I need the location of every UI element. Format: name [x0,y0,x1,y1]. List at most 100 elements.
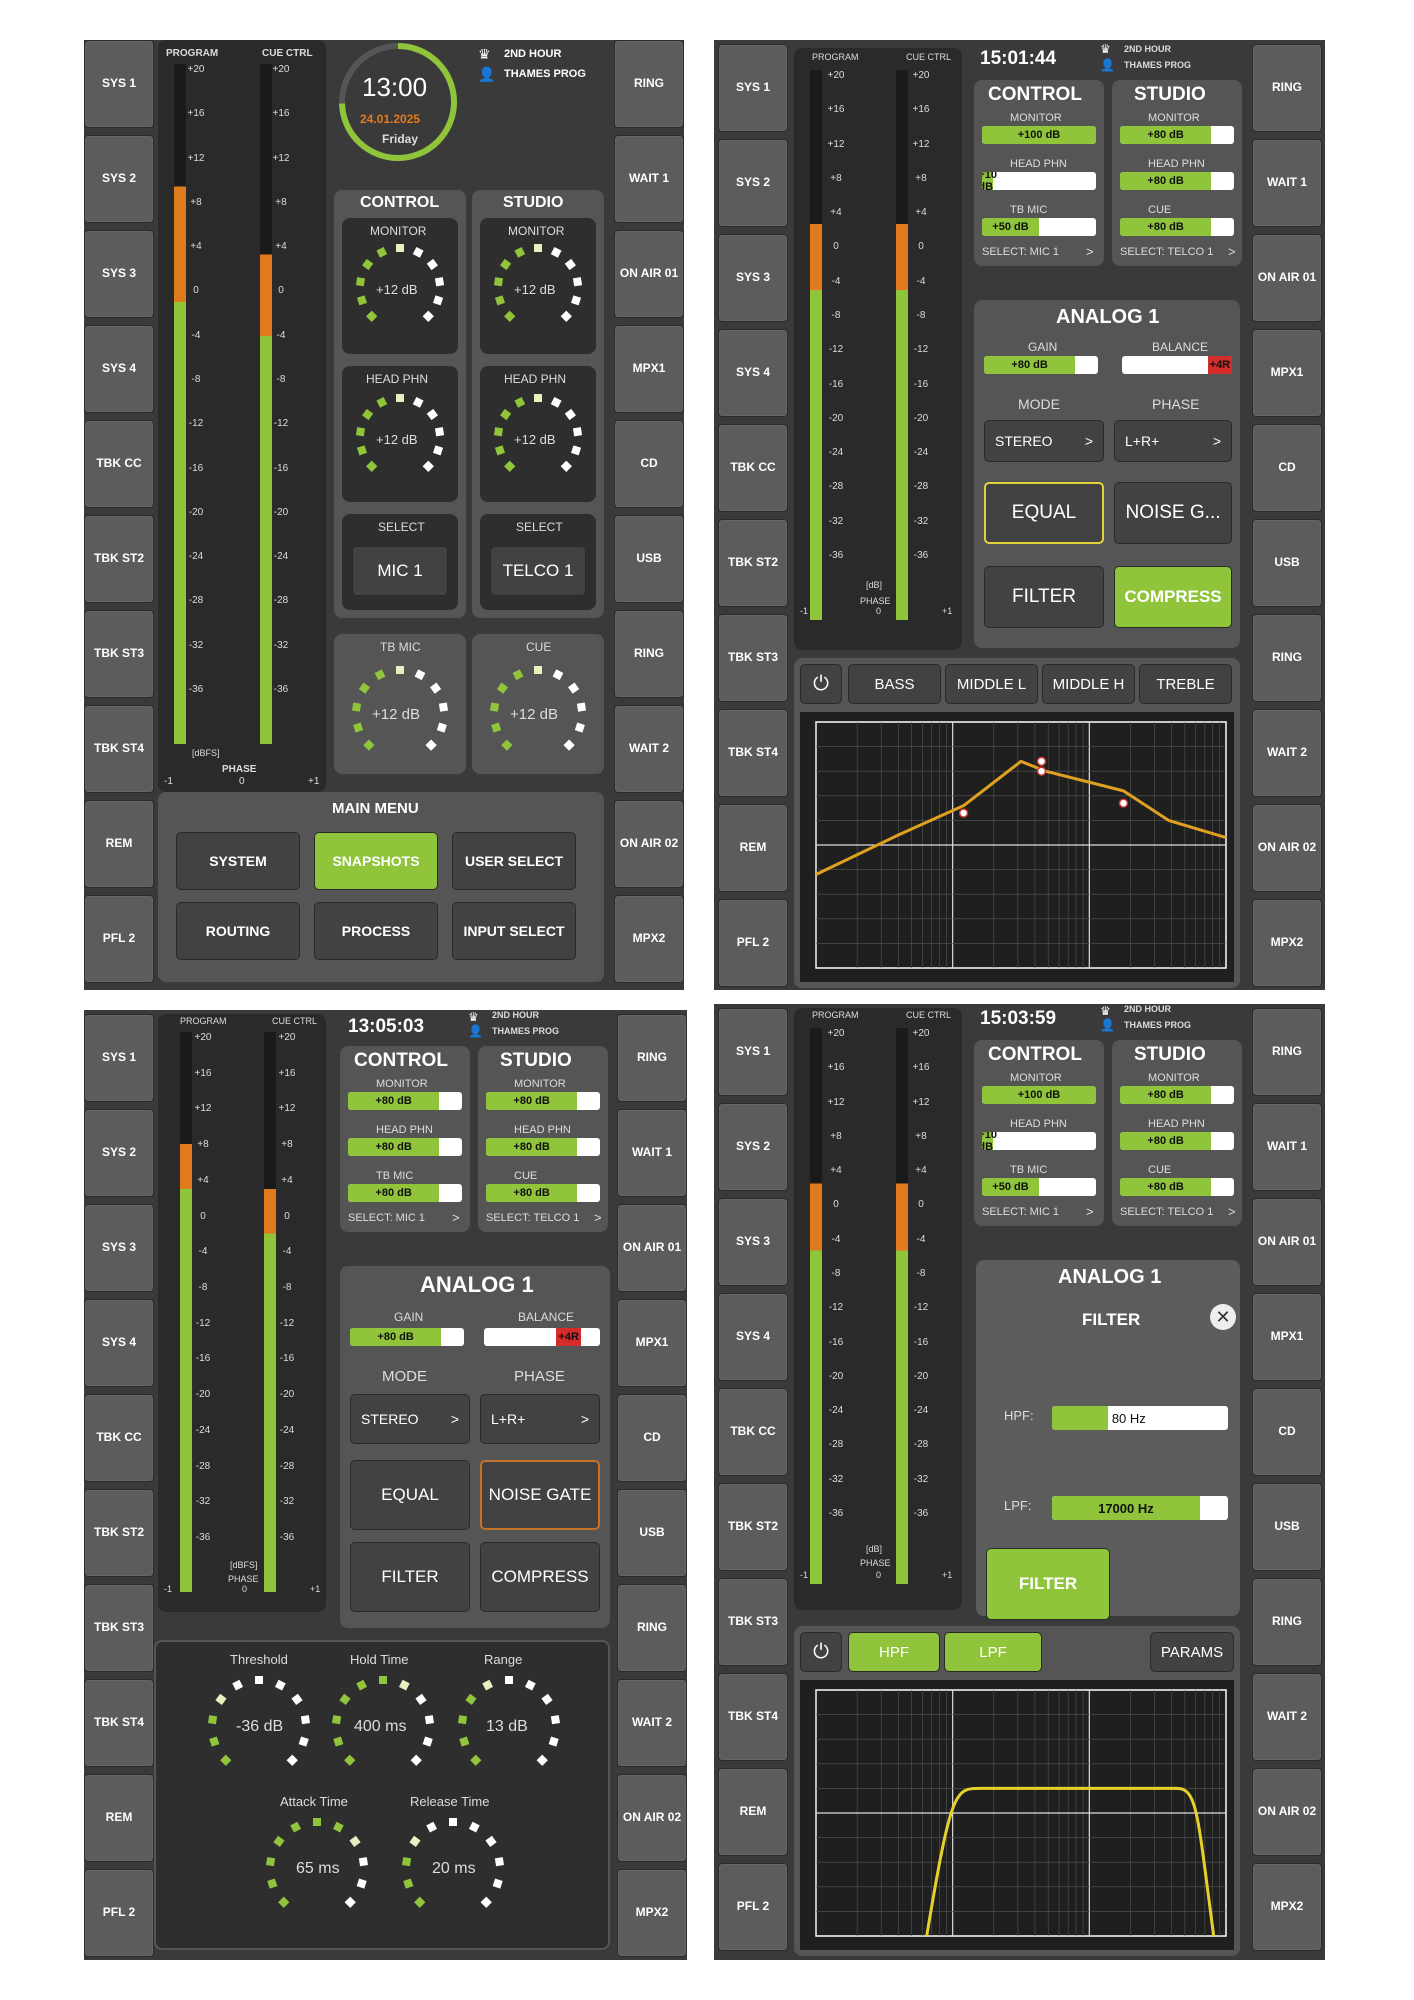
right-column-button[interactable]: WAIT 2 [614,705,684,793]
filter-toggle-button[interactable]: FILTER [986,1548,1110,1620]
studio-headphn-slider[interactable]: +80 dB [1120,172,1234,190]
right-column-button[interactable]: ON AIR 01 [614,230,684,318]
hpf-slider[interactable]: 80 Hz [1052,1406,1228,1430]
left-column-button[interactable]: TBK ST4 [84,705,154,793]
power-button[interactable]: ⏻ [800,1632,842,1672]
right-column-button[interactable]: ON AIR 02 [1252,1768,1322,1856]
right-column-button[interactable]: MPX2 [617,1869,687,1957]
left-column-button[interactable]: REM [84,1774,154,1862]
right-column-button[interactable]: CD [1252,424,1322,512]
compress-button[interactable]: COMPRESS [480,1542,600,1612]
control-tbmic-slider[interactable]: +50 dB [982,218,1096,236]
right-column-button[interactable]: ON AIR 01 [617,1204,687,1292]
left-column-button[interactable]: PFL 2 [718,1863,788,1951]
right-column-button[interactable]: WAIT 1 [617,1109,687,1197]
equal-button[interactable]: EQUAL [984,482,1104,544]
left-column-button[interactable]: SYS 4 [84,1299,154,1387]
balance-slider[interactable]: +4R [484,1328,600,1346]
left-column-button[interactable]: SYS 1 [84,1014,154,1102]
eq-tab-middle-l[interactable]: MIDDLE L [945,664,1038,704]
left-column-button[interactable]: SYS 3 [84,230,154,318]
right-column-button[interactable]: RING [1252,1578,1322,1666]
eq-band-handle[interactable] [1036,756,1047,767]
studio-cue-slider[interactable]: +80 dB [1120,1178,1234,1196]
left-column-button[interactable]: SYS 4 [718,329,788,417]
control-headphn-slider[interactable]: +80 dB [348,1138,462,1156]
right-column-button[interactable]: MPX1 [1252,329,1322,417]
menu-process-button[interactable]: PROCESS [314,902,438,960]
right-column-button[interactable]: RING [617,1014,687,1102]
right-column-button[interactable]: WAIT 2 [617,1679,687,1767]
menu-snapshots-button[interactable]: SNAPSHOTS [314,832,438,890]
left-column-button[interactable]: TBK ST2 [718,1483,788,1571]
studio-cue-slider[interactable]: +80 dB [486,1184,600,1202]
left-column-button[interactable]: TBK CC [84,1394,154,1482]
right-column-button[interactable]: MPX1 [1252,1293,1322,1381]
right-column-button[interactable]: CD [617,1394,687,1482]
right-column-button[interactable]: MPX1 [617,1299,687,1387]
eq-band-handle[interactable] [1118,798,1129,808]
studio-monitor-slider[interactable]: +80 dB [1120,1086,1234,1104]
left-column-button[interactable]: SYS 3 [718,234,788,322]
filter-button[interactable]: FILTER [984,566,1104,628]
menu-system-button[interactable]: SYSTEM [176,832,300,890]
menu-user-select-button[interactable]: USER SELECT [452,832,576,890]
left-column-button[interactable]: SYS 2 [718,139,788,227]
close-icon[interactable]: ✕ [1210,1304,1236,1330]
right-column-button[interactable]: RING [617,1584,687,1672]
right-column-button[interactable]: USB [1252,519,1322,607]
mode-select[interactable]: STEREO > [984,420,1104,462]
control-tbmic-slider[interactable]: +50 dB [982,1178,1096,1196]
gain-slider[interactable]: +80 dB [350,1328,464,1346]
mode-select[interactable]: STEREO > [350,1394,470,1444]
noise-gate-button[interactable]: NOISE G... [1114,482,1232,544]
right-column-button[interactable]: RING [1252,1008,1322,1096]
right-column-button[interactable]: USB [617,1489,687,1577]
phase-select[interactable]: L+R+ > [1114,420,1232,462]
right-column-button[interactable]: ON AIR 02 [617,1774,687,1862]
right-column-button[interactable]: RING [614,40,684,128]
eq-tab-middle-h[interactable]: MIDDLE H [1042,664,1135,704]
lpf-tab[interactable]: LPF [944,1632,1042,1672]
right-column-button[interactable]: CD [614,420,684,508]
lpf-slider[interactable]: 17000 Hz [1052,1496,1228,1520]
eq-band-handle[interactable] [1036,766,1047,776]
left-column-button[interactable]: TBK ST3 [84,610,154,698]
left-column-button[interactable]: SYS 3 [84,1204,154,1292]
right-column-button[interactable]: ON AIR 02 [1252,804,1322,892]
left-column-button[interactable]: TBK ST4 [84,1679,154,1767]
control-monitor-slider[interactable]: +100 dB [982,126,1096,144]
right-column-button[interactable]: RING [1252,44,1322,132]
hpf-tab[interactable]: HPF [848,1632,940,1672]
studio-select-telco[interactable]: TELCO 1 [490,546,586,596]
right-column-button[interactable]: WAIT 1 [614,135,684,223]
control-monitor-slider[interactable]: +80 dB [348,1092,462,1110]
left-column-button[interactable]: TBK ST4 [718,1673,788,1761]
eq-band-handle[interactable] [958,808,969,818]
right-column-button[interactable]: MPX2 [1252,899,1322,987]
balance-slider[interactable]: +4R [1122,356,1232,374]
right-column-button[interactable]: WAIT 2 [1252,1673,1322,1761]
left-column-button[interactable]: TBK CC [84,420,154,508]
left-column-button[interactable]: TBK ST3 [718,1578,788,1666]
eq-tab-treble[interactable]: TREBLE [1139,664,1232,704]
left-column-button[interactable]: SYS 3 [718,1198,788,1286]
left-column-button[interactable]: TBK ST3 [84,1584,154,1672]
studio-monitor-slider[interactable]: +80 dB [486,1092,600,1110]
left-column-button[interactable]: SYS 1 [718,1008,788,1096]
left-column-button[interactable]: TBK ST4 [718,709,788,797]
right-column-button[interactable]: MPX1 [614,325,684,413]
left-column-button[interactable]: PFL 2 [84,895,154,983]
filter-button[interactable]: FILTER [350,1542,470,1612]
power-button[interactable]: ⏻ [800,664,842,704]
right-column-button[interactable]: WAIT 1 [1252,139,1322,227]
right-column-button[interactable]: MPX2 [1252,1863,1322,1951]
left-column-button[interactable]: SYS 1 [718,44,788,132]
left-column-button[interactable]: SYS 2 [84,135,154,223]
menu-input-select-button[interactable]: INPUT SELECT [452,902,576,960]
right-column-button[interactable]: ON AIR 01 [1252,234,1322,322]
compress-button[interactable]: COMPRESS [1114,566,1232,628]
studio-cue-slider[interactable]: +80 dB [1120,218,1234,236]
left-column-button[interactable]: PFL 2 [84,1869,154,1957]
phase-select[interactable]: L+R+ > [480,1394,600,1444]
